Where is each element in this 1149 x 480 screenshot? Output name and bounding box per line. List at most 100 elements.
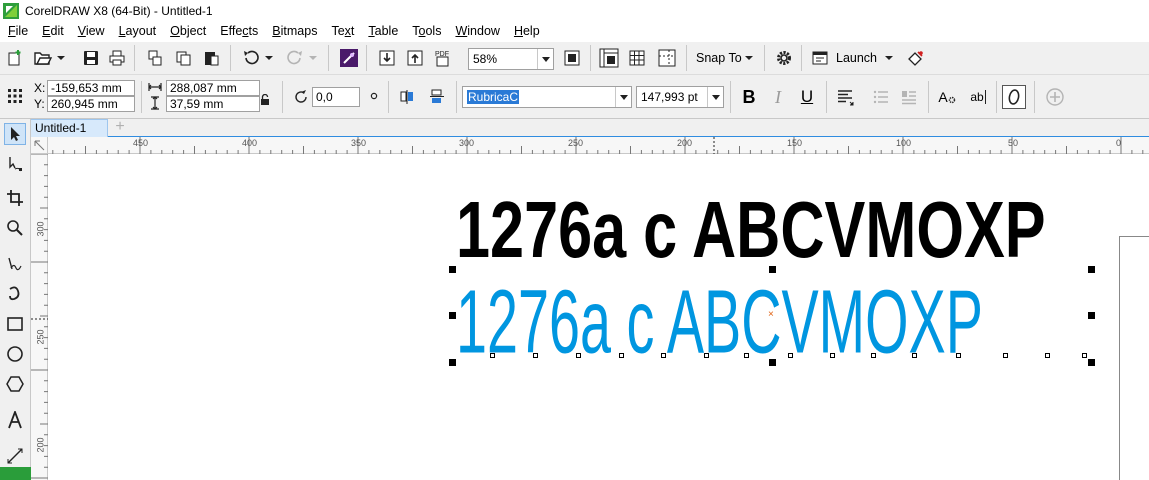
pick-tool-icon[interactable]: [4, 123, 26, 145]
launch-label[interactable]: Launch: [836, 51, 877, 65]
text-tool-icon[interactable]: [4, 409, 26, 431]
copy-icon[interactable]: [172, 47, 194, 69]
artistic-media-tool-icon[interactable]: [4, 283, 26, 305]
font-list-combo[interactable]: RubricaC: [462, 86, 632, 108]
character-node[interactable]: [1045, 353, 1050, 358]
print-icon[interactable]: [106, 47, 128, 69]
character-node[interactable]: [744, 353, 749, 358]
mirror-horizontal-icon[interactable]: [396, 86, 418, 108]
mirror-vertical-icon[interactable]: [426, 86, 448, 108]
text-alignment-icon[interactable]: [834, 86, 856, 108]
launch-dropdown-chevron-icon[interactable]: [882, 47, 896, 69]
character-node[interactable]: [830, 353, 835, 358]
character-node[interactable]: [788, 353, 793, 358]
paste-icon[interactable]: [200, 47, 222, 69]
publish-pdf-icon[interactable]: PDF: [432, 47, 454, 69]
character-node[interactable]: [619, 353, 624, 358]
ruler-origin-corner[interactable]: [31, 137, 48, 154]
selection-handle-middle-right[interactable]: [1088, 312, 1095, 319]
zoom-level-combo[interactable]: 58%: [468, 48, 554, 70]
parallel-dimension-tool-icon[interactable]: [4, 445, 26, 467]
drawing-canvas[interactable]: 1276a c ABCVMOXP 1276a c ABCVMOXP ×: [48, 154, 1149, 480]
tab-untitled-1[interactable]: Untitled-1: [30, 119, 108, 137]
selection-handle-top-left[interactable]: [449, 266, 456, 273]
menu-bitmaps[interactable]: Bitmaps: [266, 21, 325, 42]
cut-icon[interactable]: [144, 47, 166, 69]
redo-dropdown-chevron-icon[interactable]: [306, 47, 320, 69]
open-folder-icon[interactable]: [32, 47, 54, 69]
artistic-text-blue-selected[interactable]: 1276a c ABCVMOXP: [456, 270, 983, 374]
character-node[interactable]: [576, 353, 581, 358]
ellipse-tool-icon[interactable]: [4, 343, 26, 365]
menu-layout[interactable]: Layout: [113, 21, 165, 42]
selection-center-marker-icon[interactable]: ×: [768, 309, 774, 320]
object-origin-icon[interactable]: [4, 85, 26, 107]
bullet-list-icon[interactable]: [870, 86, 892, 108]
snap-to-label[interactable]: Snap To: [696, 51, 742, 65]
selection-handle-bottom-right[interactable]: [1088, 359, 1095, 366]
font-size-dropdown-chevron-icon[interactable]: [707, 87, 723, 107]
menu-table[interactable]: Table: [362, 21, 406, 42]
bold-button[interactable]: B: [738, 86, 760, 108]
object-height-field[interactable]: 37,59 mm: [166, 96, 260, 112]
selection-handle-bottom-center[interactable]: [769, 359, 776, 366]
polygon-tool-icon[interactable]: [4, 373, 26, 395]
character-node[interactable]: [912, 353, 917, 358]
character-node[interactable]: [704, 353, 709, 358]
new-document-icon[interactable]: [4, 47, 26, 69]
artistic-text-black[interactable]: 1276a c ABCVMOXP: [456, 184, 1046, 276]
crop-tool-icon[interactable]: [4, 187, 26, 209]
x-position-field[interactable]: -159,653 mm: [47, 80, 135, 96]
undo-icon[interactable]: [240, 47, 262, 69]
menu-file[interactable]: File: [2, 21, 36, 42]
zoom-tool-icon[interactable]: [4, 217, 26, 239]
menu-edit[interactable]: Edit: [36, 21, 72, 42]
freehand-tool-icon[interactable]: [4, 253, 26, 275]
redo-icon[interactable]: [284, 47, 306, 69]
selection-handle-top-center[interactable]: [769, 266, 776, 273]
full-screen-preview-icon[interactable]: [561, 47, 583, 69]
add-preset-plus-icon[interactable]: [1044, 86, 1066, 108]
interactive-fill-tool-strip[interactable]: [0, 467, 31, 480]
welcome-screen-icon[interactable]: [905, 47, 927, 69]
character-node[interactable]: [490, 353, 495, 358]
selection-handle-top-right[interactable]: [1088, 266, 1095, 273]
save-icon[interactable]: [80, 47, 102, 69]
underline-button[interactable]: U: [796, 86, 818, 108]
menu-text[interactable]: Text: [325, 21, 362, 42]
character-node[interactable]: [871, 353, 876, 358]
menu-tools[interactable]: Tools: [406, 21, 449, 42]
zoom-dropdown-chevron-icon[interactable]: [537, 49, 553, 69]
character-node[interactable]: [956, 353, 961, 358]
selection-handle-bottom-left[interactable]: [449, 359, 456, 366]
export-icon[interactable]: [404, 47, 426, 69]
lock-ratio-icon[interactable]: [258, 89, 272, 111]
drop-cap-icon[interactable]: [898, 86, 920, 108]
show-guidelines-icon[interactable]: [656, 47, 678, 69]
show-grid-icon[interactable]: [626, 47, 648, 69]
character-node[interactable]: [1082, 353, 1087, 358]
menu-view[interactable]: View: [72, 21, 113, 42]
character-node[interactable]: [1003, 353, 1008, 358]
import-icon[interactable]: [376, 47, 398, 69]
object-width-field[interactable]: 288,087 mm: [166, 80, 260, 96]
italic-button[interactable]: I: [767, 86, 789, 108]
search-content-icon[interactable]: [338, 47, 360, 69]
show-rulers-icon[interactable]: [598, 47, 620, 69]
font-size-combo[interactable]: 147,993 pt: [636, 86, 724, 108]
vertical-ruler[interactable]: 300 250 200: [31, 154, 48, 480]
menu-effects[interactable]: Effects: [214, 21, 266, 42]
undo-dropdown-chevron-icon[interactable]: [262, 47, 276, 69]
rectangle-tool-icon[interactable]: [4, 313, 26, 335]
menu-help[interactable]: Help: [508, 21, 548, 42]
edit-text-button[interactable]: ab: [964, 86, 992, 108]
menu-object[interactable]: Object: [164, 21, 214, 42]
snap-to-dropdown-chevron-icon[interactable]: [742, 47, 756, 69]
y-position-field[interactable]: 260,945 mm: [47, 96, 135, 112]
character-node[interactable]: [533, 353, 538, 358]
interactive-oval-icon[interactable]: [1002, 85, 1026, 109]
character-formatting-button[interactable]: A: [936, 86, 958, 108]
add-tab-plus-icon[interactable]: +: [112, 119, 128, 136]
rotation-angle-field[interactable]: 0,0: [312, 87, 360, 107]
open-dropdown-chevron-icon[interactable]: [54, 47, 68, 69]
